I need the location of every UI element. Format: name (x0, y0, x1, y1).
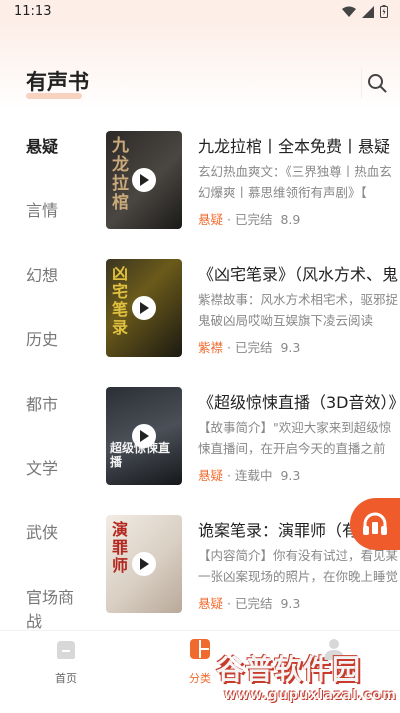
player-fab[interactable] (350, 498, 400, 550)
book-item[interactable]: 凶宅笔录 《凶宅笔录》（风水方术、鬼 紫襟故事：风水方术相宅术，驱邪捉鬼破凶局哎… (106, 259, 400, 359)
play-button[interactable] (132, 552, 156, 576)
category-item-romance[interactable]: 言情 (0, 197, 86, 221)
category-label: 言情 (26, 201, 59, 220)
book-score: 9.3 (280, 596, 301, 611)
play-button[interactable] (132, 424, 156, 448)
book-tag: 悬疑 (198, 468, 224, 483)
home-icon (57, 641, 75, 659)
meta-separator: · (227, 340, 231, 355)
book-cover: 凶宅笔录 (106, 259, 182, 357)
category-label: 都市 (26, 395, 59, 414)
book-meta: 悬疑 · 连载中 9.3 (198, 465, 300, 484)
meta-separator: · (227, 468, 231, 483)
book-tag: 紫襟 (198, 340, 224, 355)
book-meta: 紫襟 · 已完结 9.3 (198, 337, 300, 356)
book-meta: 悬疑 · 已完结 9.3 (198, 593, 300, 612)
page-title: 有声书 (26, 70, 89, 94)
book-cover: 演罪师 (106, 515, 182, 613)
category-item-martial-arts[interactable]: 武侠 (0, 519, 86, 543)
category-label: 幻想 (26, 266, 59, 285)
category-label: 武侠 (26, 523, 59, 542)
category-icon (190, 639, 210, 659)
book-score: 8.9 (280, 212, 301, 227)
category-item-history[interactable]: 历史 (0, 326, 86, 350)
book-status: 连载中 (234, 468, 273, 483)
book-status: 已完结 (234, 212, 273, 227)
book-item[interactable]: 超级惊悚直播 《超级惊悚直播（3D音效）》 【故事简介】"欢迎大家来到超级惊悚直… (106, 387, 400, 487)
category-item-literature[interactable]: 文学 (0, 455, 86, 479)
signal-icon (362, 5, 374, 18)
book-score: 9.3 (280, 468, 301, 483)
book-cover: 超级惊悚直播 (106, 387, 182, 485)
cover-title: 演罪师 (112, 520, 129, 575)
book-status: 已完结 (234, 340, 273, 355)
category-label: 历史 (26, 330, 59, 349)
category-item-suspense[interactable]: 悬疑 (0, 133, 86, 157)
play-icon (140, 558, 149, 570)
status-icons (342, 5, 388, 18)
book-description: 玄幻热血爽文：《三界独尊丨热血玄幻爆爽丨慕思维领衔有声剧》【 (198, 164, 392, 200)
watermark-url: www.gupuxlazal.com (224, 688, 397, 703)
book-description: 【故事简介】"欢迎大家来到超级惊悚直播间，在开启今天的直播之前 (198, 420, 392, 456)
category-label: 文学 (26, 459, 59, 478)
category-label: 官场商战 (26, 588, 75, 631)
meta-separator: · (227, 596, 231, 611)
book-item[interactable]: 九龙拉棺 九龙拉棺丨全本免费丨悬疑 玄幻热血爽文：《三界独尊丨热血玄幻爆爽丨慕思… (106, 131, 400, 231)
category-item-fantasy[interactable]: 幻想 (0, 262, 86, 286)
status-bar: 11:13 (0, 0, 400, 24)
tab-label: 首页 (55, 672, 77, 685)
cover-title: 九龙拉棺 (112, 136, 129, 213)
book-score: 9.3 (280, 340, 301, 355)
play-icon (140, 174, 149, 186)
header-divider (361, 68, 362, 98)
book-description: 【内容简介】你有没有试过，看见某一张凶案现场的照片，在你晚上睡觉 (198, 548, 398, 584)
book-title: 《超级惊悚直播（3D音效）》 (198, 393, 400, 412)
category-sidebar: 悬疑 言情 幻想 历史 都市 文学 武侠 官场商战 (0, 110, 86, 632)
wifi-icon (342, 6, 356, 17)
play-button[interactable] (132, 296, 156, 320)
book-title: 九龙拉棺丨全本免费丨悬疑 (198, 137, 391, 156)
cover-title: 凶宅笔录 (112, 264, 129, 337)
book-tag: 悬疑 (198, 212, 224, 227)
category-item-officialdom[interactable]: 官场商战 (0, 584, 86, 632)
book-status: 已完结 (234, 596, 273, 611)
category-item-urban[interactable]: 都市 (0, 391, 86, 415)
header: 有声书 (0, 24, 400, 110)
search-button[interactable] (364, 70, 390, 96)
tab-home[interactable]: 首页 (26, 637, 106, 686)
meta-separator: · (227, 212, 231, 227)
watermark: 谷普软件园 www.gupuxlazal.com (214, 648, 400, 712)
book-meta: 悬疑 · 已完结 8.9 (198, 209, 300, 228)
play-icon (140, 430, 149, 442)
play-icon (140, 302, 149, 314)
play-button[interactable] (132, 168, 156, 192)
status-time: 11:13 (14, 4, 52, 19)
book-description: 紫襟故事：风水方术相宅术，驱邪捉鬼破凶局哎呦互娱旗下凌云阅读 (198, 292, 398, 328)
book-tag: 悬疑 (198, 596, 224, 611)
book-title: 《凶宅笔录》（风水方术、鬼 (198, 265, 399, 284)
headphones-icon (363, 512, 387, 535)
battery-icon (380, 5, 388, 18)
book-cover: 九龙拉棺 (106, 131, 182, 229)
book-list: 九龙拉棺 九龙拉棺丨全本免费丨悬疑 玄幻热血爽文：《三界独尊丨热血玄幻爆爽丨慕思… (86, 110, 400, 630)
category-label: 悬疑 (26, 137, 59, 156)
watermark-title: 谷普软件园 (216, 653, 362, 686)
search-icon (368, 74, 387, 93)
